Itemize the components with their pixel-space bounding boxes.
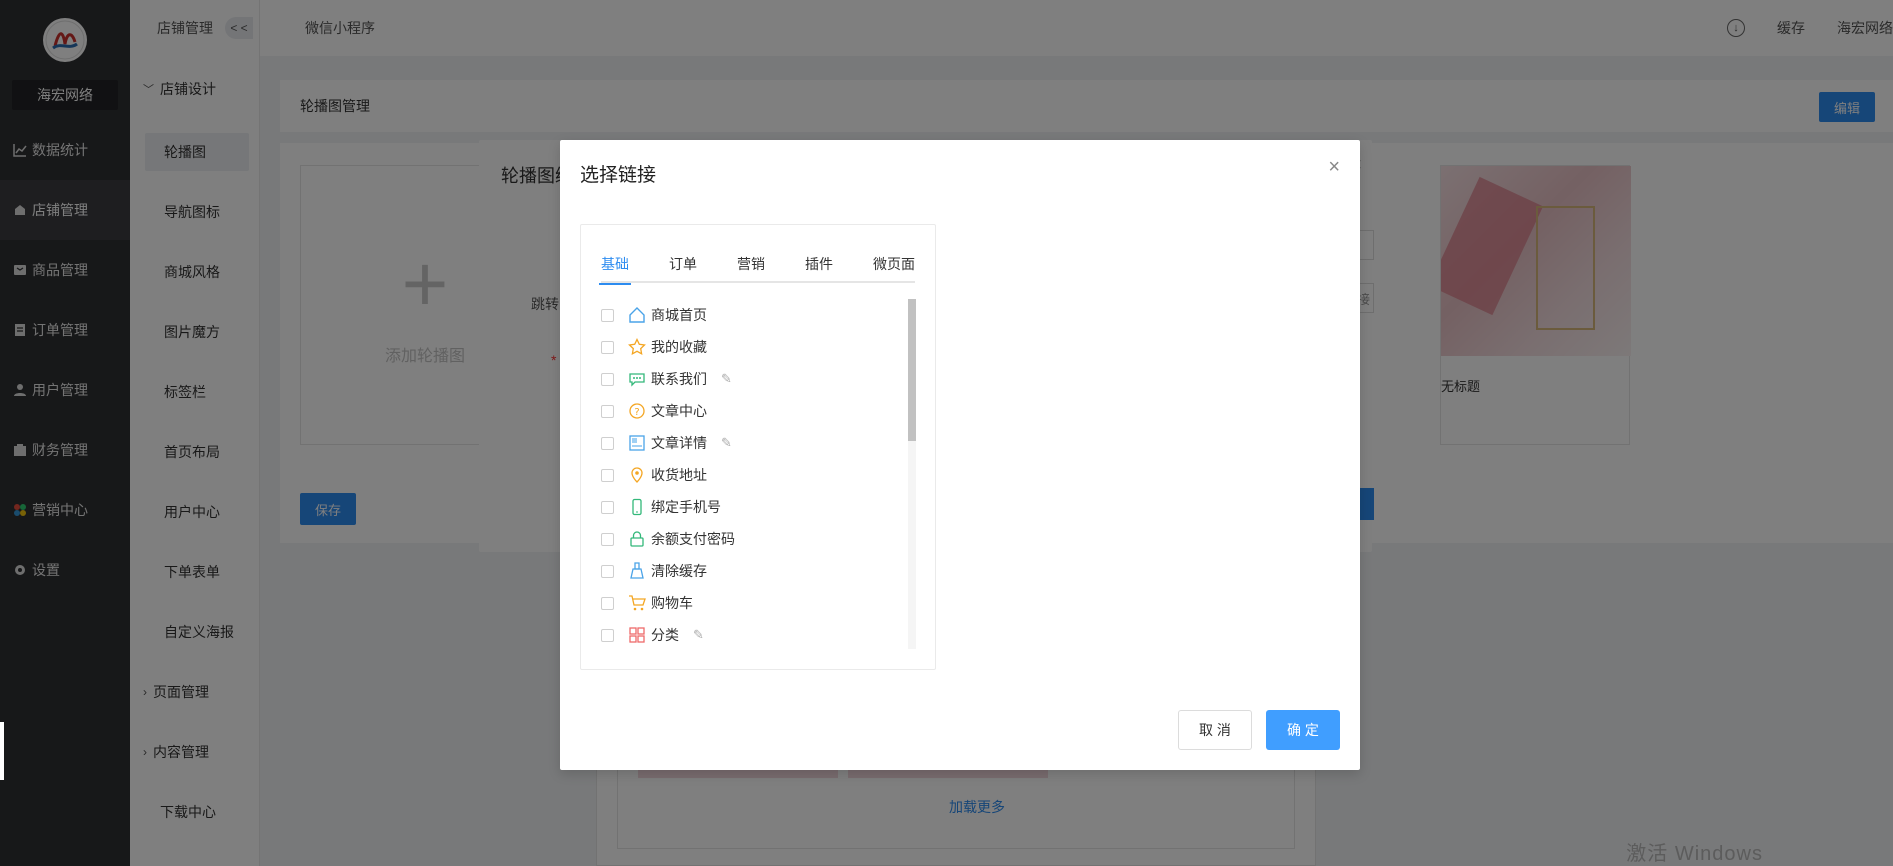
article-icon [627, 433, 647, 453]
svg-text:?: ? [634, 407, 639, 418]
list-item[interactable]: 清除缓存 [601, 555, 901, 587]
checkbox[interactable] [601, 404, 614, 418]
phone-icon [627, 497, 647, 517]
item-label: 分类 [651, 627, 679, 643]
scrollbar-thumb[interactable] [908, 299, 916, 441]
tab-order[interactable]: 订单 [669, 253, 697, 283]
checkbox[interactable] [601, 372, 614, 386]
close-icon[interactable]: × [1328, 156, 1340, 179]
checkbox[interactable] [601, 596, 614, 610]
question-icon: ? [627, 401, 647, 421]
chat-icon [627, 369, 647, 389]
edge-marker [0, 722, 4, 780]
lock-icon [627, 529, 647, 549]
edit-pencil-icon[interactable]: ✎ [693, 627, 704, 643]
list-item[interactable]: 文章详情 ✎ [601, 427, 901, 459]
list-item[interactable]: 购物车 [601, 587, 901, 619]
checkbox[interactable] [601, 436, 614, 450]
checkbox[interactable] [601, 532, 614, 546]
link-tabs: 基础 订单 营销 插件 微页面 [599, 253, 915, 285]
scrollbar[interactable] [908, 299, 916, 649]
list-item[interactable]: 余额支付密码 [601, 523, 901, 555]
list-item[interactable]: 联系我们 ✎ [601, 363, 901, 395]
edit-pencil-icon[interactable]: ✎ [721, 371, 732, 387]
broom-icon [627, 561, 647, 581]
list-item[interactable]: 我的收藏 [601, 331, 901, 363]
link-list: 商城首页 我的收藏 联系我们 ✎ ? 文章中心 文章详情 ✎ 收货地址 绑定手机… [601, 299, 901, 649]
location-icon [627, 465, 647, 485]
tab-plugin[interactable]: 插件 [805, 253, 833, 283]
item-label: 绑定手机号 [651, 499, 721, 515]
tab-micro-page[interactable]: 微页面 [873, 253, 915, 283]
checkbox[interactable] [601, 564, 614, 578]
select-link-dialog: 选择链接 × 基础 订单 营销 插件 微页面 商城首页 我的收藏 联系我们 ✎ … [560, 140, 1360, 770]
item-label: 商城首页 [651, 307, 707, 323]
checkbox[interactable] [601, 628, 614, 642]
tab-marketing[interactable]: 营销 [737, 253, 765, 283]
checkbox[interactable] [601, 500, 614, 514]
edit-pencil-icon[interactable]: ✎ [721, 435, 732, 451]
item-label: 我的收藏 [651, 339, 707, 355]
list-item[interactable]: 分类 ✎ [601, 619, 901, 649]
item-label: 文章中心 [651, 403, 707, 419]
dialog-title: 选择链接 [580, 165, 657, 186]
grid-icon [627, 625, 647, 645]
home-icon [627, 305, 647, 325]
cart-icon [627, 593, 647, 613]
item-label: 余额支付密码 [651, 531, 735, 547]
confirm-button[interactable]: 确 定 [1266, 710, 1340, 750]
item-label: 清除缓存 [651, 563, 707, 579]
tab-basic[interactable]: 基础 [599, 253, 631, 285]
checkbox[interactable] [601, 308, 614, 322]
item-label: 文章详情 [651, 435, 707, 451]
checkbox[interactable] [601, 468, 614, 482]
item-label: 购物车 [651, 595, 693, 611]
star-icon [627, 337, 647, 357]
cancel-button[interactable]: 取 消 [1178, 710, 1252, 750]
list-item[interactable]: ? 文章中心 [601, 395, 901, 427]
list-item[interactable]: 绑定手机号 [601, 491, 901, 523]
item-label: 收货地址 [651, 467, 707, 483]
item-label: 联系我们 [651, 371, 707, 387]
list-item[interactable]: 商城首页 [601, 299, 901, 331]
list-item[interactable]: 收货地址 [601, 459, 901, 491]
link-picker: 基础 订单 营销 插件 微页面 商城首页 我的收藏 联系我们 ✎ ? 文章中心 … [580, 224, 936, 670]
checkbox[interactable] [601, 340, 614, 354]
